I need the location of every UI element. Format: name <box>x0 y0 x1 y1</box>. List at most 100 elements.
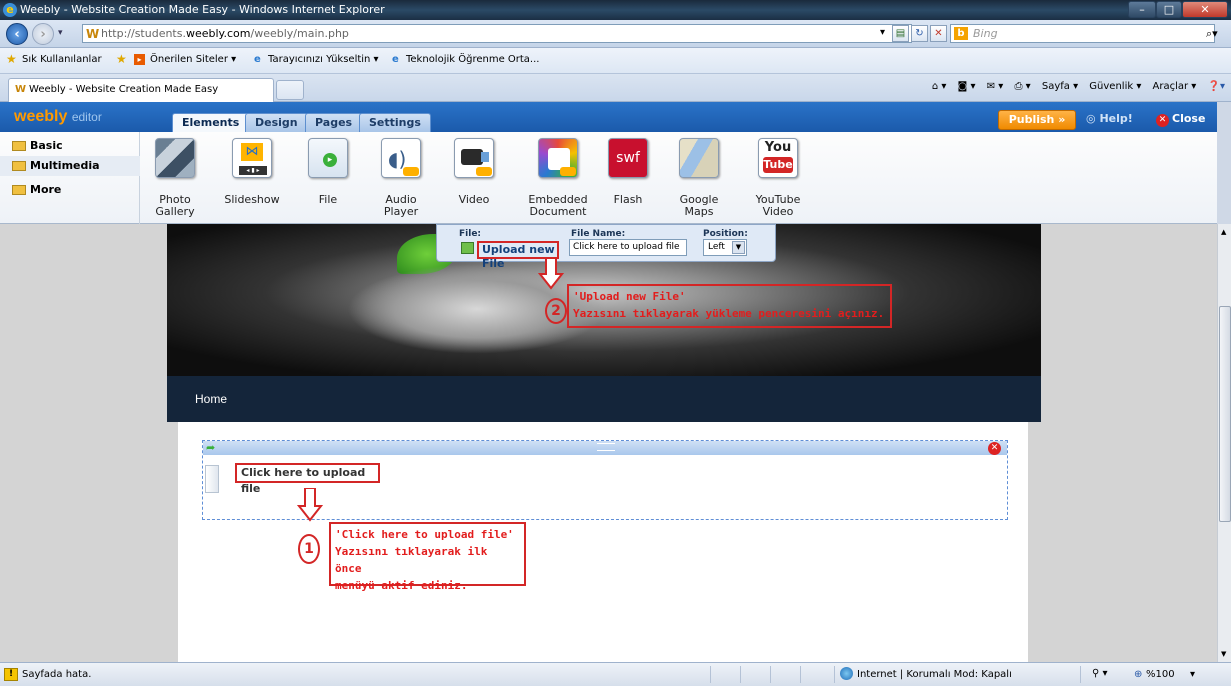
photo-gallery-icon <box>155 138 195 178</box>
annotation-2-line-1: 'Upload new File' <box>573 290 686 303</box>
stop-icon[interactable]: ✕ <box>930 25 947 42</box>
print-icon[interactable]: ⎙ ▾ <box>1014 81 1030 92</box>
tool-embedded-document[interactable]: Embedded Document <box>518 136 598 222</box>
delete-element-icon[interactable]: ✕ <box>988 442 1001 455</box>
window-close-button[interactable]: ✕ <box>1182 1 1228 18</box>
zoom-level[interactable]: %100 <box>1146 669 1175 680</box>
status-separator <box>710 666 711 683</box>
filename-input[interactable]: Click here to upload file <box>569 239 687 256</box>
home-icon[interactable]: ⌂ ▾ <box>932 81 947 92</box>
help-icon[interactable]: ❓▾ <box>1208 81 1225 92</box>
tool-file[interactable]: ▸ File <box>288 136 368 222</box>
position-select[interactable]: Left ▼ <box>703 239 747 256</box>
tab-settings[interactable]: Settings <box>359 113 431 132</box>
search-icon[interactable]: ⌕▾ <box>1206 27 1218 41</box>
tab-pages[interactable]: Pages <box>305 113 363 132</box>
weebly-logo-text: weebly <box>14 108 68 125</box>
chevron-down-icon: ▼ <box>732 241 745 254</box>
upload-add-icon <box>461 242 474 254</box>
close-icon: ✕ <box>1156 114 1169 127</box>
camera-body-icon <box>461 149 483 165</box>
upgrade-browser-link[interactable]: Tarayıcınızı Yükseltin ▾ <box>268 54 379 65</box>
tool-label: File <box>318 193 338 206</box>
tool-youtube-video[interactable]: You Tube YouTube Video <box>738 136 818 222</box>
protected-mode-icon[interactable]: ⚲ ▾ <box>1092 668 1108 679</box>
close-label: Close <box>1172 112 1206 125</box>
feeds-icon[interactable]: ◙ ▾ <box>958 81 976 92</box>
drag-handle-icon[interactable] <box>597 443 615 451</box>
vertical-scrollbar[interactable]: ▲ ▼ <box>1217 224 1231 662</box>
tools-menu[interactable]: Araçlar ▾ <box>1153 81 1197 92</box>
back-button[interactable]: ‹ <box>6 23 28 45</box>
nav-home-link[interactable]: Home <box>195 392 227 406</box>
slideshow-icon: ⋈ ◂ ▮ ▸ <box>232 138 272 178</box>
file-label: File: <box>459 229 482 239</box>
add-favorites-icon[interactable]: ★ <box>116 52 127 66</box>
compat-view-icon[interactable]: ▤ <box>892 25 909 42</box>
favorites-link[interactable]: Sık Kullanılanlar <box>22 54 102 65</box>
forward-button[interactable]: › <box>32 23 54 45</box>
speaker-icon: ◖) <box>381 138 421 178</box>
warning-icon[interactable]: ! <box>4 668 18 681</box>
tab-title: Weebly - Website Creation Made Easy <box>29 84 219 95</box>
tool-video[interactable]: Video <box>434 136 514 222</box>
upload-new-file-link[interactable]: Upload new File <box>477 241 559 270</box>
tool-flash[interactable]: swf Flash <box>588 136 668 222</box>
status-separator <box>770 666 771 683</box>
arrow-down-annotation-2 <box>538 258 564 290</box>
status-text[interactable]: Sayfada hata. <box>22 669 91 680</box>
favorites-star-icon: ★ <box>6 52 17 66</box>
close-editor-button[interactable]: ✕ Close <box>1156 112 1205 127</box>
arrow-down-annotation-1 <box>297 488 323 522</box>
new-tab-button[interactable] <box>276 80 304 100</box>
status-separator <box>740 666 741 683</box>
filename-label: File Name: <box>571 229 626 239</box>
move-arrow-icon[interactable]: ➦ <box>206 441 215 454</box>
scrollbar-thumb[interactable] <box>1219 306 1231 522</box>
tab-elements[interactable]: Elements <box>172 113 250 133</box>
refresh-icon[interactable]: ↻ <box>911 25 928 42</box>
zoom-dropdown-icon[interactable]: ▾ <box>1190 669 1195 680</box>
tool-google-maps[interactable]: Google Maps <box>659 136 739 222</box>
tool-label: Google Maps <box>679 193 719 218</box>
history-dropdown-icon[interactable]: ▾ <box>58 28 63 38</box>
category-multimedia[interactable]: Multimedia <box>0 156 140 176</box>
embedded-document-icon <box>538 138 578 178</box>
status-separator <box>1080 666 1081 683</box>
weebly-header: weebly editor Elements Design Pages Sett… <box>0 102 1217 133</box>
file-arrow-icon: ▸ <box>323 153 337 167</box>
maximize-button[interactable]: □ <box>1156 1 1182 18</box>
weebly-logo: weebly editor <box>14 108 102 126</box>
help-button[interactable]: ◎ Help! <box>1086 112 1133 125</box>
search-input[interactable]: b Bing <box>950 24 1215 43</box>
tech-learning-link[interactable]: Teknolojik Öğrenme Orta... <box>406 54 539 65</box>
page-menu[interactable]: Sayfa ▾ <box>1042 81 1078 92</box>
url-input[interactable]: Whttp://students.weebly.com/weebly/main.… <box>82 24 912 43</box>
suggested-sites-link[interactable]: Önerilen Siteler ▾ <box>150 54 236 65</box>
browser-tab-weebly[interactable]: W Weebly - Website Creation Made Easy <box>8 78 274 102</box>
annotation-step-1: 'Click here to upload file' Yazısını tık… <box>329 522 526 592</box>
category-basic[interactable]: Basic <box>0 136 140 156</box>
tool-photo-gallery[interactable]: Photo Gallery <box>135 136 215 222</box>
category-more[interactable]: More <box>0 180 140 200</box>
tool-audio-player[interactable]: ◖) Audio Player <box>361 136 441 222</box>
map-icon <box>679 138 719 178</box>
category-list: Basic Multimedia More <box>0 132 140 224</box>
annotation-2-line-2: Yazısını tıklayarak yükleme penceresini … <box>573 307 885 320</box>
security-zone[interactable]: Internet | Korumalı Mod: Kapalı <box>857 669 1012 680</box>
category-label: More <box>30 183 62 196</box>
minimize-button[interactable]: – <box>1128 1 1156 18</box>
suggested-sites-icon: ▸ <box>134 54 145 65</box>
step-1-badge: 1 <box>298 534 320 564</box>
mail-icon[interactable]: ✉ ▾ <box>987 81 1004 92</box>
safety-menu[interactable]: Güvenlik ▾ <box>1089 81 1141 92</box>
scroll-down-icon[interactable]: ▼ <box>1221 650 1226 658</box>
tool-slideshow[interactable]: ⋈ ◂ ▮ ▸ Slideshow <box>212 136 292 222</box>
tab-design[interactable]: Design <box>245 113 308 132</box>
url-dropdown-icon[interactable]: ▾ <box>874 25 891 42</box>
click-upload-link[interactable]: Click here to upload file <box>235 463 380 495</box>
publish-button[interactable]: Publish » <box>998 110 1076 130</box>
scroll-up-icon[interactable]: ▲ <box>1221 228 1226 236</box>
slide-controls-icon: ◂ ▮ ▸ <box>239 166 267 175</box>
pro-badge-icon <box>476 167 492 176</box>
